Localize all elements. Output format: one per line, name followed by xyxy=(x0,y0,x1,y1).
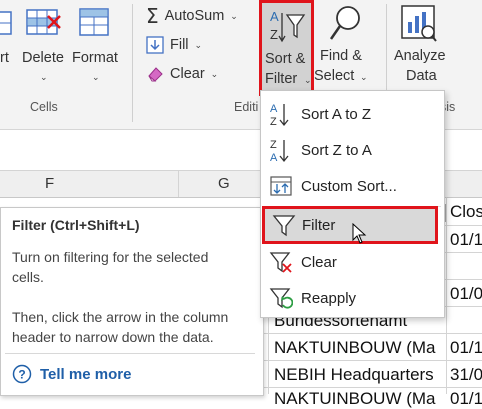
magnifier-icon xyxy=(329,6,360,40)
custom-sort-icon xyxy=(270,176,292,196)
table-cell[interactable]: 01/1 xyxy=(450,338,482,358)
help-circle-icon: ? xyxy=(12,364,32,384)
svg-text:Z: Z xyxy=(270,116,277,127)
format-button[interactable]: Format ⌄ xyxy=(70,0,122,92)
column-divider xyxy=(178,171,179,197)
autosum-label: AutoSum xyxy=(164,8,225,24)
svg-text:Z: Z xyxy=(270,139,277,151)
chevron-down-icon: ⌄ xyxy=(40,72,48,82)
chevron-down-icon: ⌄ xyxy=(210,68,219,79)
svg-text:?: ? xyxy=(18,368,25,382)
chevron-down-icon: ⌄ xyxy=(230,10,238,21)
reapply-filter-icon xyxy=(269,288,293,309)
cells-group-label: Cells xyxy=(30,100,58,114)
format-cells-icon xyxy=(79,8,109,36)
table-cell[interactable]: NAKTUINBOUW (Ma xyxy=(274,338,436,358)
menu-item-custom-sort[interactable]: Custom Sort... xyxy=(261,168,444,204)
sort-z-to-a-icon: Z A xyxy=(270,139,289,163)
svg-text:A: A xyxy=(270,9,279,24)
filter-funnel-icon xyxy=(272,215,295,237)
filter-tooltip: Filter (Ctrl+Shift+L) Turn on filtering … xyxy=(0,207,264,396)
gridline xyxy=(446,197,447,394)
delete-label: Delete xyxy=(22,50,64,66)
analyze-data-button[interactable]: Analyze Data xyxy=(390,0,450,96)
analyze-label-line1: Analyze xyxy=(394,48,446,64)
custom-sort-label: Custom Sort... xyxy=(301,177,397,195)
fill-label: Fill xyxy=(170,37,189,53)
clear-label: Clear xyxy=(301,253,337,271)
find-select-button[interactable]: Find & Select ⌄ xyxy=(314,0,372,96)
sort-a-to-z-label: Sort A to Z xyxy=(301,105,372,123)
editing-group-label: Editi xyxy=(234,100,259,114)
delete-button[interactable]: Delete ⌄ xyxy=(20,0,68,92)
menu-item-sort-a-to-z[interactable]: A Z Sort A to Z xyxy=(261,96,444,132)
menu-item-filter[interactable]: Filter xyxy=(262,206,438,244)
menu-item-sort-z-to-a[interactable]: Z A Sort Z to A xyxy=(261,132,444,168)
sort-a-to-z-icon: A Z xyxy=(270,103,289,127)
sort-filter-icon: A Z xyxy=(270,9,306,43)
chevron-down-icon: ⌄ xyxy=(92,72,100,82)
tell-me-more-link[interactable]: ? Tell me more xyxy=(12,364,131,384)
sort-filter-button[interactable]: A Z Sort & Filter ⌄ xyxy=(259,0,314,96)
fill-button[interactable]: Fill ⌄ xyxy=(146,33,202,57)
chevron-down-icon: ⌄ xyxy=(360,72,368,82)
mouse-cursor-icon xyxy=(352,223,367,244)
menu-item-clear[interactable]: Clear xyxy=(261,244,444,280)
eraser-icon xyxy=(148,67,163,82)
table-cell[interactable]: NEBIH Headquarters xyxy=(274,365,434,385)
fill-down-icon xyxy=(146,36,164,54)
sigma-icon: Σ xyxy=(146,4,159,28)
column-g-header[interactable]: G xyxy=(218,175,230,192)
analyze-data-icon xyxy=(401,5,437,42)
menu-item-reapply[interactable]: Reapply xyxy=(261,280,444,316)
tooltip-body-1: Turn on filtering for the selected cells… xyxy=(12,249,209,285)
insert-button[interactable]: rt xyxy=(0,0,14,92)
clear-button[interactable]: Clear ⌄ xyxy=(146,62,218,86)
gridline xyxy=(262,333,482,334)
table-cell[interactable]: 01/0 xyxy=(450,284,482,304)
tooltip-title: Filter (Ctrl+Shift+L) xyxy=(12,217,140,233)
svg-text:Z: Z xyxy=(270,27,278,42)
format-label: Format xyxy=(72,50,118,66)
gridline xyxy=(262,360,482,361)
sort-filter-label-line1: Sort & xyxy=(265,51,306,67)
sort-z-to-a-label: Sort Z to A xyxy=(301,141,372,159)
delete-cells-icon xyxy=(26,9,61,35)
svg-text:A: A xyxy=(270,103,278,115)
insert-cells-icon xyxy=(0,11,12,35)
find-select-label-line1: Find & xyxy=(320,48,362,64)
table-header-cell[interactable]: Clos xyxy=(450,202,482,222)
svg-text:A: A xyxy=(270,152,278,163)
table-cell[interactable]: 31/0 xyxy=(450,365,482,385)
sort-filter-label-line2: Filter xyxy=(265,71,298,87)
chevron-down-icon: ⌄ xyxy=(194,39,203,50)
filter-label: Filter xyxy=(302,216,336,234)
autosum-button[interactable]: Σ AutoSum ⌄ xyxy=(146,4,238,28)
sort-filter-menu: A Z Sort A to Z Z A Sort Z to A Custom S… xyxy=(260,90,445,318)
group-divider xyxy=(132,4,133,122)
insert-label: rt xyxy=(0,50,9,66)
clear-label: Clear xyxy=(170,66,205,82)
reapply-label: Reapply xyxy=(301,289,357,307)
tell-me-more-label: Tell me more xyxy=(40,365,132,383)
analyze-label-line2: Data xyxy=(406,68,437,84)
tooltip-divider xyxy=(5,353,255,354)
clear-filter-icon xyxy=(269,252,292,273)
chevron-down-icon: ⌄ xyxy=(304,75,312,85)
table-cell[interactable]: 01/1 xyxy=(450,389,482,409)
gridline xyxy=(262,387,482,388)
column-f-header[interactable]: F xyxy=(45,175,54,192)
table-cell[interactable]: 01/1 xyxy=(450,230,482,250)
tooltip-body-2: Then, click the arrow in the column head… xyxy=(12,309,229,345)
table-cell[interactable]: NAKTUINBOUW (Ma xyxy=(274,389,436,409)
find-select-label-line2: Select xyxy=(314,68,355,84)
